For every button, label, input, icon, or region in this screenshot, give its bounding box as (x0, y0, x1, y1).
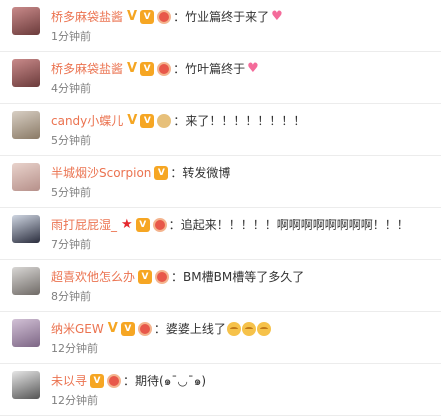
heart-emoji-icon: ♥ (271, 9, 283, 24)
comment-text: 婆婆上线了 (165, 322, 226, 336)
comment-text: 转发微博 (182, 166, 231, 180)
username-link[interactable]: 桥多麻袋盐酱 (51, 61, 123, 77)
comment-item: 雨打屁屁湿_ ★ V ：追起来！！！！！啊啊啊啊啊啊啊啊！！！ 7分钟前 (0, 208, 441, 260)
colon-separator: ： (153, 322, 166, 336)
club-icon[interactable] (107, 374, 122, 388)
username-link[interactable]: 未以寻 (51, 373, 87, 389)
user-avatar[interactable] (12, 7, 40, 35)
comment-time: 8分钟前 (51, 290, 91, 303)
club-icon[interactable] (157, 10, 172, 24)
member-icon[interactable]: V (140, 10, 155, 24)
username-link[interactable]: 桥多麻袋盐酱 (51, 9, 123, 25)
username-link[interactable]: 纳米GEW (51, 321, 104, 337)
user-avatar[interactable] (12, 371, 40, 399)
comment-text: 来了！！！！！！！！ (185, 114, 306, 128)
comment-item: 纳米GEW V V ：婆婆上线了 12分钟前 (0, 312, 441, 364)
comment-time: 4分钟前 (51, 82, 91, 95)
colon-separator: ： (173, 114, 186, 128)
comment-item: 半城烟沙Scorpion V：转发微博 5分钟前 (0, 156, 441, 208)
face-emoji-icon (226, 322, 241, 336)
colon-separator: ： (173, 62, 186, 76)
user-avatar[interactable] (12, 111, 40, 139)
user-avatar[interactable] (12, 215, 40, 243)
comment-time: 7分钟前 (51, 238, 91, 251)
member-icon[interactable]: V (154, 166, 169, 180)
club-icon[interactable] (157, 62, 172, 76)
user-avatar[interactable] (12, 59, 40, 87)
face-emoji-icon (256, 322, 271, 336)
colon-separator: ： (123, 374, 136, 388)
verified-v-icon[interactable]: V (127, 114, 137, 128)
colon-separator: ： (168, 218, 181, 232)
comment-time: 12分钟前 (51, 394, 98, 407)
comment-line: 半城烟沙Scorpion V：转发微博 (51, 165, 230, 181)
comment-time: 5分钟前 (51, 186, 91, 199)
comment-time: 1分钟前 (51, 30, 91, 43)
colon-separator: ： (171, 270, 184, 284)
user-avatar[interactable] (12, 163, 40, 191)
club-icon[interactable] (155, 270, 170, 284)
comment-text: BM槽BM槽等了多久了 (183, 270, 305, 284)
heart-emoji-icon: ♥ (247, 61, 259, 76)
user-avatar[interactable] (12, 267, 40, 295)
comment-text: 期待(๑¯◡¯๑) (135, 374, 207, 388)
member-icon[interactable]: V (90, 374, 105, 388)
comment-item: 超喜欢他怎么办 V ： BM槽BM槽等了多久了 8分钟前 (0, 260, 441, 312)
comment-line: candy小蝶儿 V V ：来了！！！！！！！！ (51, 113, 305, 129)
comment-item: 桥多麻袋盐酱 V V ：竹业篇终于来了 ♥ 1分钟前 (0, 0, 441, 52)
club-icon[interactable] (152, 218, 167, 232)
member-icon[interactable]: V (120, 322, 135, 336)
comment-line: 桥多麻袋盐酱 V V ：竹业篇终于来了 ♥ (51, 9, 283, 25)
comment-text: 追起来！！！！！啊啊啊啊啊啊啊啊！！！ (180, 218, 409, 232)
comment-line: 超喜欢他怎么办 V ： BM槽BM槽等了多久了 (51, 269, 304, 285)
comment-text: 竹业篇终于来了 (185, 10, 270, 24)
star-icon[interactable]: ★ (121, 218, 133, 232)
verified-v-icon[interactable]: V (127, 62, 137, 76)
face-emoji-icon (241, 322, 256, 336)
username-link[interactable]: candy小蝶儿 (51, 113, 123, 129)
comment-line: 桥多麻袋盐酱 V V ：竹叶篇终于 ♥ (51, 61, 259, 77)
member-icon[interactable]: V (140, 114, 155, 128)
member-icon[interactable]: V (140, 62, 155, 76)
club-icon[interactable] (137, 322, 152, 336)
verified-v-icon[interactable]: V (108, 322, 118, 336)
comment-item: 未以寻 V ：期待(๑¯◡¯๑) 12分钟前 (0, 364, 441, 416)
verified-v-icon[interactable]: V (127, 10, 137, 24)
colon-separator: ： (170, 166, 183, 180)
comment-text: 竹叶篇终于 (185, 62, 246, 76)
face-badge-icon[interactable] (157, 114, 172, 128)
username-link[interactable]: 雨打屁屁湿_ (51, 217, 117, 233)
comment-line: 未以寻 V ：期待(๑¯◡¯๑) (51, 373, 206, 389)
comment-list: 桥多麻袋盐酱 V V：竹业篇终于来了 ♥ 1分钟前 桥多麻袋盐酱 V V：竹叶篇终于 ♥ 4分钟前… (0, 0, 441, 416)
comment-time: 5分钟前 (51, 134, 91, 147)
comment-time: 12分钟前 (51, 342, 98, 355)
username-link[interactable]: 超喜欢他怎么办 (51, 269, 135, 285)
comment-line: 雨打屁屁湿_ ★ V ：追起来！！！！！啊啊啊啊啊啊啊啊！！！ (51, 217, 409, 233)
member-icon[interactable]: V (135, 218, 150, 232)
colon-separator: ： (173, 10, 186, 24)
comment-item: 桥多麻袋盐酱 V V ：竹叶篇终于 ♥ 4分钟前 (0, 52, 441, 104)
comment-item: candy小蝶儿 V V ：来了！！！！！！！！ 5分钟前 (0, 104, 441, 156)
member-icon[interactable]: V (138, 270, 153, 284)
user-avatar[interactable] (12, 319, 40, 347)
username-link[interactable]: 半城烟沙Scorpion (51, 165, 151, 181)
comment-line: 纳米GEW V V ：婆婆上线了 (51, 321, 271, 337)
